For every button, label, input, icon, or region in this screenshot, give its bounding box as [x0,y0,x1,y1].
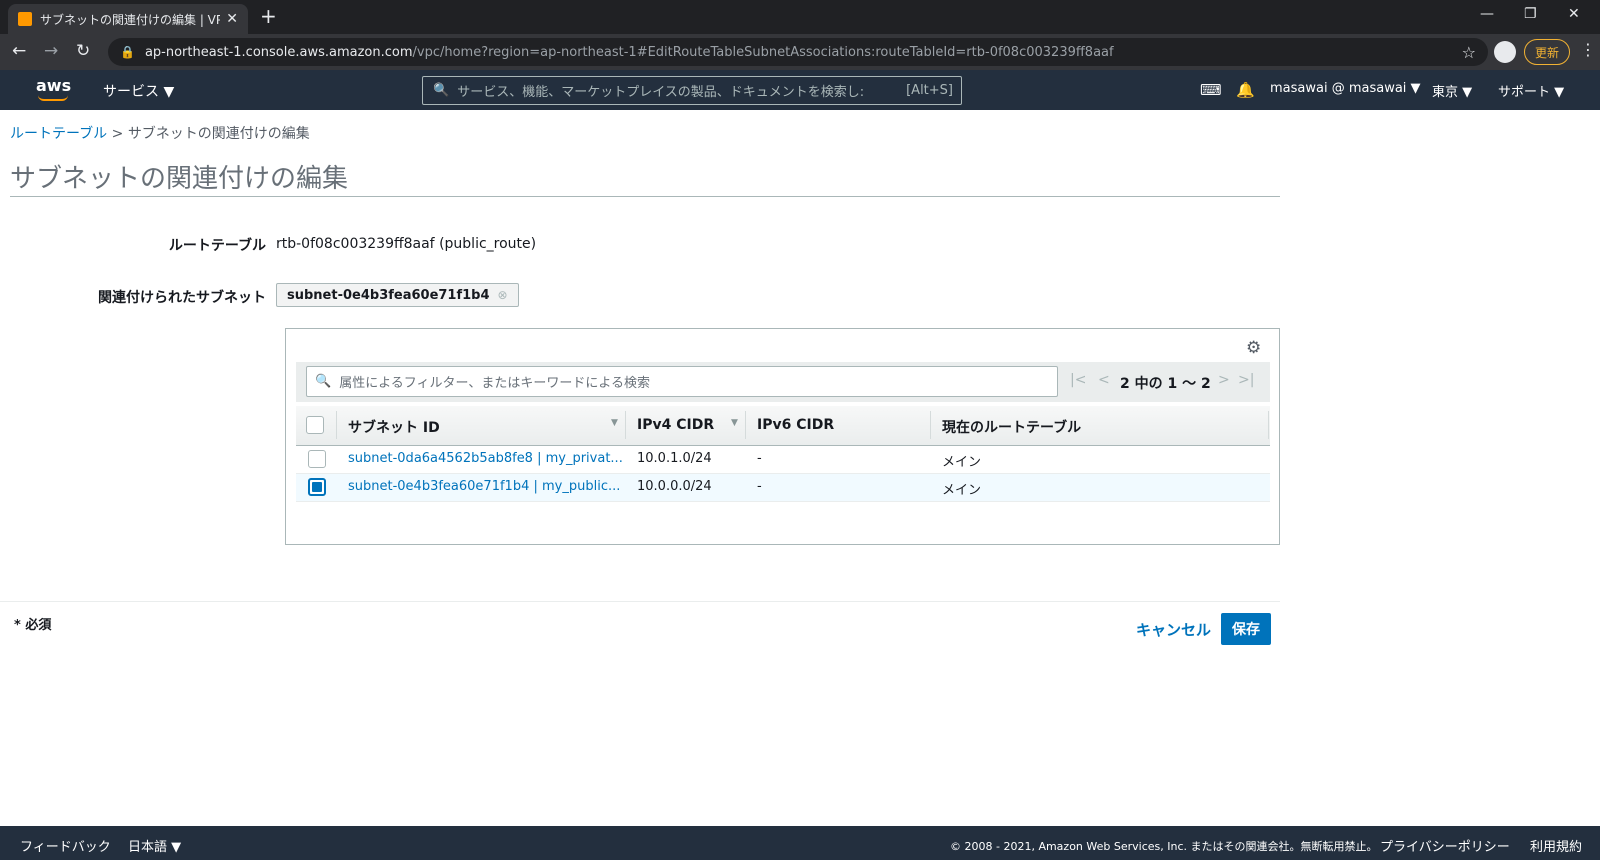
aws-logo[interactable]: aws [36,76,72,101]
window-close-icon[interactable]: ✕ [1568,6,1580,22]
filter-input[interactable]: 🔍 属性によるフィルター、またはキーワードによる検索 [306,366,1058,397]
filter-search-icon: 🔍 [315,374,332,389]
cancel-button[interactable]: キャンセル [1136,619,1211,640]
more-menu-icon[interactable]: ⋮ [1580,40,1596,59]
new-tab-button[interactable]: + [260,4,277,28]
breadcrumb-current: サブネットの関連付けの編集 [127,126,310,142]
breadcrumb: ルートテーブル > サブネットの関連付けの編集 [10,123,310,143]
region-menu[interactable]: 東京 ▼ [1432,81,1472,100]
gear-icon[interactable]: ⚙ [1246,338,1261,358]
reload-icon[interactable]: ↻ [76,41,90,61]
browser-tab[interactable]: サブネットの関連付けの編集 | VPC M ✕ [8,4,248,34]
select-all-checkbox[interactable] [306,416,324,434]
bookmark-star-icon[interactable]: ☆ [1462,43,1476,62]
ipv4-cell: 10.0.1.0/24 [637,451,712,466]
column-divider [930,411,931,439]
row-checkbox[interactable] [308,450,326,468]
profile-avatar[interactable] [1494,41,1516,63]
column-ipv4-cidr[interactable]: IPv4 CIDR [637,417,714,433]
aws-smile-icon [38,95,68,101]
token-remove-icon[interactable]: ⊗ [498,288,508,302]
column-divider [336,411,337,439]
feedback-link[interactable]: フィードバック [20,836,111,855]
breadcrumb-separator: > [111,126,124,142]
minimize-icon[interactable]: — [1480,6,1494,22]
route-table-value: rtb-0f08c003239ff8aaf (public_route) [276,236,537,252]
account-menu[interactable]: masawai @ masawai ▼ [1270,81,1421,96]
url-path: /vpc/home?region=ap-northeast-1#EditRout… [412,44,1114,60]
column-subnet-id[interactable]: サブネット ID [348,417,440,437]
ipv6-cell: - [757,479,762,494]
tab-title: サブネットの関連付けの編集 | VPC M [40,12,221,27]
lock-icon: 🔒 [120,45,135,59]
browser-tab-bar: サブネットの関連付けの編集 | VPC M ✕ + — ❐ ✕ [0,0,1600,34]
browser-toolbar: ← → ↻ 🔒 ap-northeast-1.console.aws.amazo… [0,34,1600,70]
token-label: subnet-0e4b3fea60e71f1b4 [287,287,490,303]
aws-top-nav: aws サービス ▼ 🔍 サービス、機能、マーケットプレイスの製品、ドキュメント… [0,70,1600,110]
title-divider [10,196,1280,197]
ipv4-cell: 10.0.0.0/24 [637,479,712,494]
copyright-text: © 2008 - 2021, Amazon Web Services, Inc.… [950,840,1378,853]
aws-logo-text: aws [36,76,72,95]
column-ipv6-cidr[interactable]: IPv6 CIDR [757,417,834,433]
column-divider [745,411,746,439]
support-menu[interactable]: サポート ▼ [1498,81,1564,100]
aws-favicon-icon [18,12,32,26]
save-button[interactable]: 保存 [1221,613,1271,645]
route-table-label: ルートテーブル [168,238,266,254]
breadcrumb-route-tables-link[interactable]: ルートテーブル [10,126,107,142]
console-footer: フィードバック 日本語 ▼ © 2008 - 2021, Amazon Web … [0,826,1600,860]
route-table-cell: メイン [942,483,982,498]
update-button[interactable]: 更新 [1524,39,1571,65]
subnet-link[interactable]: subnet-0e4b3fea60e71f1b4 | my_public... [348,479,620,494]
column-divider [1268,411,1269,439]
search-shortcut: [Alt+S] [906,83,953,98]
forward-icon[interactable]: → [44,41,58,61]
back-icon[interactable]: ← [12,41,26,61]
last-page-icon[interactable]: >| [1238,372,1254,388]
search-icon: 🔍 [433,83,450,98]
address-bar[interactable]: 🔒 ap-northeast-1.console.aws.amazon.com /… [108,38,1488,66]
page-title: サブネットの関連付けの編集 [10,164,349,194]
tab-close-icon[interactable]: ✕ [226,11,238,27]
url-host: ap-northeast-1.console.aws.amazon.com [144,44,413,60]
required-note: * 必須 [14,618,52,633]
sort-icon[interactable]: ▼ [731,418,738,428]
cloudshell-icon[interactable]: ⌨ [1200,81,1222,99]
privacy-link[interactable]: プライバシーポリシー [1380,836,1510,855]
associated-subnets-label: 関連付けられたサブネット [98,290,266,306]
associated-subnet-token: subnet-0e4b3fea60e71f1b4 ⊗ [276,283,519,307]
ipv6-cell: - [757,451,762,466]
aws-search-placeholder: サービス、機能、マーケットプレイスの製品、ドキュメントを検索し: [457,85,865,100]
route-table-cell: メイン [942,455,982,470]
sort-icon[interactable]: ▼ [611,418,618,428]
column-current-route-table[interactable]: 現在のルートテーブル [942,417,1081,437]
terms-link[interactable]: 利用規約 [1530,836,1582,855]
subnet-link[interactable]: subnet-0da6a4562b5ab8fe8 | my_privat... [348,451,623,466]
actions-divider [0,601,1280,602]
filter-placeholder: 属性によるフィルター、またはキーワードによる検索 [339,376,651,391]
row-checkbox-checked[interactable] [308,478,326,496]
aws-search-input[interactable]: 🔍 サービス、機能、マーケットプレイスの製品、ドキュメントを検索し: [Alt+… [422,76,962,105]
first-page-icon[interactable]: |< [1070,372,1086,388]
next-page-icon[interactable]: > [1218,372,1230,388]
bell-icon[interactable]: 🔔 [1236,81,1255,99]
restore-icon[interactable]: ❐ [1524,6,1537,22]
pagination-text: 2 中の 1 ～ 2 [1120,376,1211,392]
prev-page-icon[interactable]: < [1098,372,1110,388]
column-divider [625,411,626,439]
services-menu[interactable]: サービス ▼ [103,81,174,101]
language-selector[interactable]: 日本語 ▼ [128,836,181,855]
